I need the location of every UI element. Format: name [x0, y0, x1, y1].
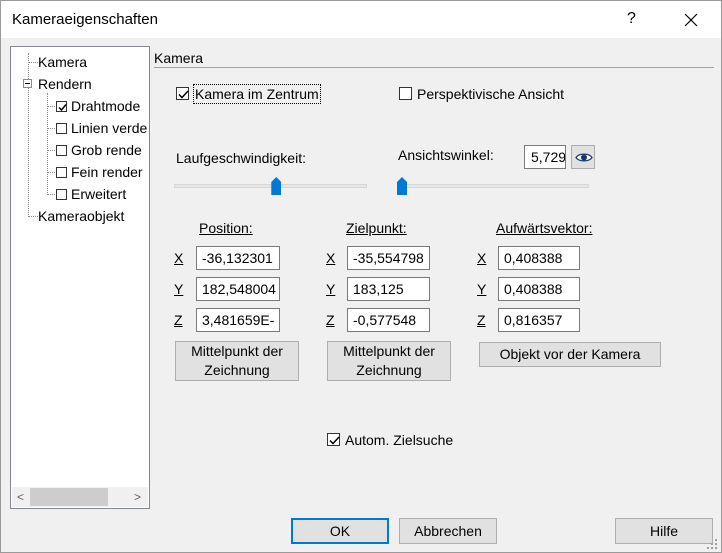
- up-x-input[interactable]: 0,408388: [498, 246, 580, 270]
- tree-checkbox-grob[interactable]: [56, 145, 67, 156]
- group-label-kamera: Kamera: [154, 50, 204, 66]
- up-x-label: X: [477, 250, 487, 266]
- title-bar: Kameraeigenschaften ?: [1, 1, 721, 38]
- up-z-input[interactable]: 0,816357: [498, 308, 580, 332]
- scroll-thumb[interactable]: [30, 488, 108, 506]
- resize-grip-icon[interactable]: [706, 538, 718, 550]
- tree-item-kamera[interactable]: Kamera: [38, 52, 87, 72]
- up-vector-label: Aufwärtsvektor:: [496, 220, 593, 236]
- target-x-input[interactable]: -35,554798: [347, 246, 430, 270]
- tree-checkbox-fein[interactable]: [56, 167, 67, 178]
- tree-horizontal-scrollbar[interactable]: < >: [12, 487, 148, 507]
- target-z-label: Z: [326, 312, 335, 328]
- tree-item-fein[interactable]: Fein render: [71, 162, 143, 182]
- group-divider: [154, 67, 714, 68]
- object-in-front-button[interactable]: Objekt vor der Kamera: [479, 342, 661, 367]
- scroll-left-icon[interactable]: <: [17, 490, 24, 504]
- up-y-label: Y: [477, 281, 487, 297]
- cancel-button[interactable]: Abbrechen: [399, 518, 497, 544]
- target-z-input[interactable]: -0,577548: [347, 308, 430, 332]
- help-button[interactable]: Hilfe: [615, 518, 713, 544]
- position-z-label: Z: [174, 312, 183, 328]
- eye-icon[interactable]: [571, 145, 595, 169]
- view-angle-slider-track[interactable]: [397, 184, 589, 188]
- target-y-input[interactable]: 183,125: [347, 277, 430, 301]
- auto-target-label[interactable]: Autom. Zielsuche: [345, 432, 453, 448]
- up-y-input[interactable]: 0,408388: [498, 277, 580, 301]
- camera-center-label[interactable]: Kamera im Zentrum: [193, 84, 321, 104]
- target-y-label: Y: [326, 281, 336, 297]
- camera-center-checkbox[interactable]: [176, 87, 189, 100]
- tree-item-drahtmodell[interactable]: Drahtmode: [71, 96, 140, 116]
- tree-checkbox-linien[interactable]: [56, 123, 67, 134]
- category-tree[interactable]: Kamera Rendern Drahtmode Linien verde Gr…: [10, 46, 150, 509]
- perspective-label[interactable]: Perspektivische Ansicht: [417, 86, 564, 102]
- speed-slider-thumb[interactable]: [271, 177, 282, 195]
- tree-item-grob[interactable]: Grob rende: [71, 140, 142, 160]
- auto-target-checkbox[interactable]: [327, 433, 340, 446]
- view-angle-label: Ansichtswinkel:: [398, 147, 494, 163]
- tree-item-erweitert[interactable]: Erweitert: [71, 184, 126, 204]
- help-icon[interactable]: ?: [627, 10, 636, 28]
- speed-slider-track[interactable]: [174, 184, 367, 188]
- tree-checkbox-drahtmodell[interactable]: [56, 101, 67, 112]
- tree-item-linien[interactable]: Linien verde: [71, 118, 147, 138]
- view-angle-slider-thumb[interactable]: [397, 177, 407, 195]
- position-z-input[interactable]: 3,481659E-: [196, 308, 280, 332]
- position-label: Position:: [199, 220, 253, 236]
- view-angle-input[interactable]: 5,729: [524, 145, 566, 169]
- camera-properties-dialog: Kameraeigenschaften ? Kamera Rendern Dra…: [0, 0, 722, 553]
- target-x-label: X: [326, 250, 336, 266]
- tree-item-rendern[interactable]: Rendern: [38, 74, 92, 94]
- speed-label: Laufgeschwindigkeit:: [176, 150, 306, 166]
- tree-item-kameraobjekt[interactable]: Kameraobjekt: [38, 206, 124, 226]
- scroll-right-icon[interactable]: >: [134, 490, 141, 504]
- perspective-checkbox[interactable]: [399, 87, 412, 100]
- window-title: Kameraeigenschaften: [12, 11, 158, 28]
- target-label: Zielpunkt:: [346, 220, 407, 236]
- target-center-button[interactable]: Mittelpunkt der Zeichnung: [327, 341, 451, 381]
- up-z-label: Z: [477, 312, 486, 328]
- ok-button[interactable]: OK: [291, 518, 389, 544]
- position-x-label: X: [174, 250, 184, 266]
- position-y-label: Y: [174, 281, 184, 297]
- position-x-input[interactable]: -36,132301: [196, 246, 280, 270]
- tree-checkbox-erweitert[interactable]: [56, 189, 67, 200]
- close-icon[interactable]: [674, 3, 708, 37]
- collapse-icon[interactable]: [23, 79, 32, 88]
- position-y-input[interactable]: 182,548004: [196, 277, 280, 301]
- position-center-button[interactable]: Mittelpunkt der Zeichnung: [175, 341, 299, 381]
